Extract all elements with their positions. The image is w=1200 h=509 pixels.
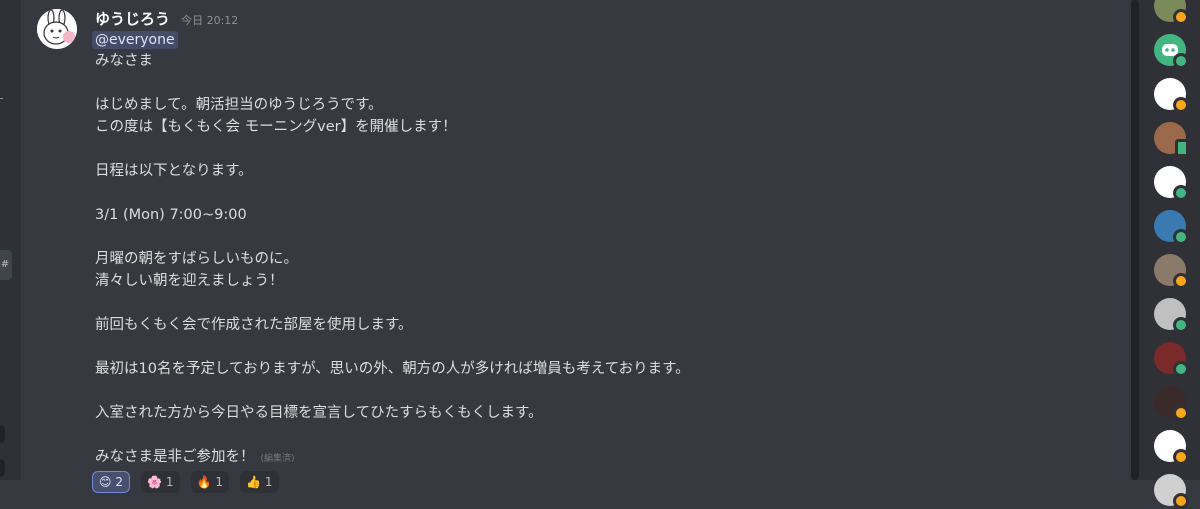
- reaction-count: 1: [264, 475, 273, 489]
- scrollbar-track[interactable]: [1131, 0, 1139, 480]
- message-line: はじめまして。朝活担当のゆうじろうです。: [95, 97, 383, 113]
- message-header: ゆうじろう 今日 20:12: [95, 8, 238, 28]
- everyone-mention[interactable]: @everyone: [92, 31, 178, 49]
- idle-status-indicator: [1173, 273, 1189, 289]
- member-avatar[interactable]: [1154, 0, 1189, 25]
- reaction-blossom[interactable]: 🌸 1: [141, 471, 180, 493]
- message-line: [95, 380, 1115, 402]
- mobile-status-indicator: [1175, 139, 1189, 157]
- message-line: みなさま: [95, 53, 153, 69]
- reaction-smile[interactable]: 😊 2: [92, 471, 130, 493]
- fire-emoji-icon: 🔥: [196, 475, 212, 489]
- member-avatar[interactable]: [1154, 298, 1189, 333]
- message-line: [95, 226, 1115, 248]
- idle-status-indicator: [1173, 9, 1189, 25]
- message-line: この度は【もくもく会 モーニングver】を開催します！: [95, 119, 457, 135]
- blossom-emoji-icon: 🌸: [147, 475, 163, 489]
- message-line: 日程は以下となります。: [95, 163, 253, 179]
- divider-tick: [0, 98, 3, 99]
- member-avatar[interactable]: [1154, 122, 1189, 157]
- message-line: [95, 138, 1115, 160]
- online-status-indicator: [1173, 185, 1189, 201]
- reaction-count: 1: [165, 475, 174, 489]
- reaction-bar: 😊 2 🌸 1 🔥 1 👍 1: [92, 471, 285, 493]
- member-avatar[interactable]: [1154, 386, 1189, 421]
- idle-status-indicator: [1173, 97, 1189, 113]
- idle-status-indicator: [1173, 449, 1189, 465]
- rabbit-avatar-icon: [37, 9, 77, 49]
- server-pill[interactable]: [0, 459, 5, 477]
- smile-emoji-icon: 😊: [99, 475, 112, 489]
- chat-message: ゆうじろう 今日 20:12 @everyone みなさま はじめまして。朝活担…: [21, 0, 1131, 493]
- thumbsup-emoji-icon: 👍: [246, 475, 262, 489]
- edited-label: (編集済): [260, 454, 295, 464]
- message-line: 清々しい朝を迎えましょう！: [95, 273, 284, 289]
- member-avatar[interactable]: [1154, 34, 1189, 69]
- message-line: [95, 72, 1115, 94]
- online-status-indicator: [1173, 361, 1189, 377]
- message-line: [95, 424, 1115, 446]
- scrollbar-thumb[interactable]: [1131, 0, 1139, 480]
- member-list: [1139, 0, 1200, 509]
- message-line-last: みなさま是非ご参加を！ (編集済): [95, 446, 1115, 468]
- channel-sidebar-edge: #: [0, 0, 21, 480]
- message-content: みなさま はじめまして。朝活担当のゆうじろうです。 この度は【もくもく会 モーニ…: [95, 50, 1115, 468]
- online-status-indicator: [1173, 229, 1189, 245]
- message-line: 前回もくもく会で作成された部屋を使用します。: [95, 317, 413, 333]
- message-line: 最初は10名を予定しておりますが、思いの外、朝方の人が多ければ増員も考えておりま…: [95, 361, 690, 377]
- member-avatar[interactable]: [1154, 166, 1189, 201]
- message-line: [95, 336, 1115, 358]
- idle-status-indicator: [1173, 493, 1189, 509]
- member-avatar[interactable]: [1154, 78, 1189, 113]
- message-line: 入室された方から今日やる目標を宣言してひたすらもくもくします。: [95, 405, 543, 421]
- member-avatar[interactable]: [1154, 430, 1189, 465]
- message-line: 3/1 (Mon) 7:00~9:00: [95, 207, 247, 223]
- message-line: みなさま是非ご参加を！: [95, 449, 255, 465]
- member-avatar[interactable]: [1154, 474, 1189, 509]
- username[interactable]: ゆうじろう: [95, 10, 170, 28]
- reaction-count: 2: [115, 475, 123, 489]
- online-status-indicator: [1173, 317, 1189, 333]
- member-avatar[interactable]: [1154, 342, 1189, 377]
- member-avatar[interactable]: [1154, 254, 1189, 289]
- idle-status-indicator: [1173, 405, 1189, 421]
- message-line: [95, 292, 1115, 314]
- channel-hash-tab[interactable]: #: [0, 250, 12, 280]
- member-avatar[interactable]: [1154, 210, 1189, 245]
- timestamp: 今日 20:12: [181, 14, 239, 27]
- reaction-count: 1: [215, 475, 224, 489]
- server-pill[interactable]: [0, 425, 5, 443]
- message-line: 月曜の朝をすばらしいものに。: [95, 251, 298, 267]
- online-status-indicator: [1173, 53, 1189, 69]
- reaction-fire[interactable]: 🔥 1: [190, 471, 230, 493]
- avatar[interactable]: [37, 9, 77, 49]
- reaction-thumbsup[interactable]: 👍 1: [240, 471, 279, 493]
- message-line: [95, 182, 1115, 204]
